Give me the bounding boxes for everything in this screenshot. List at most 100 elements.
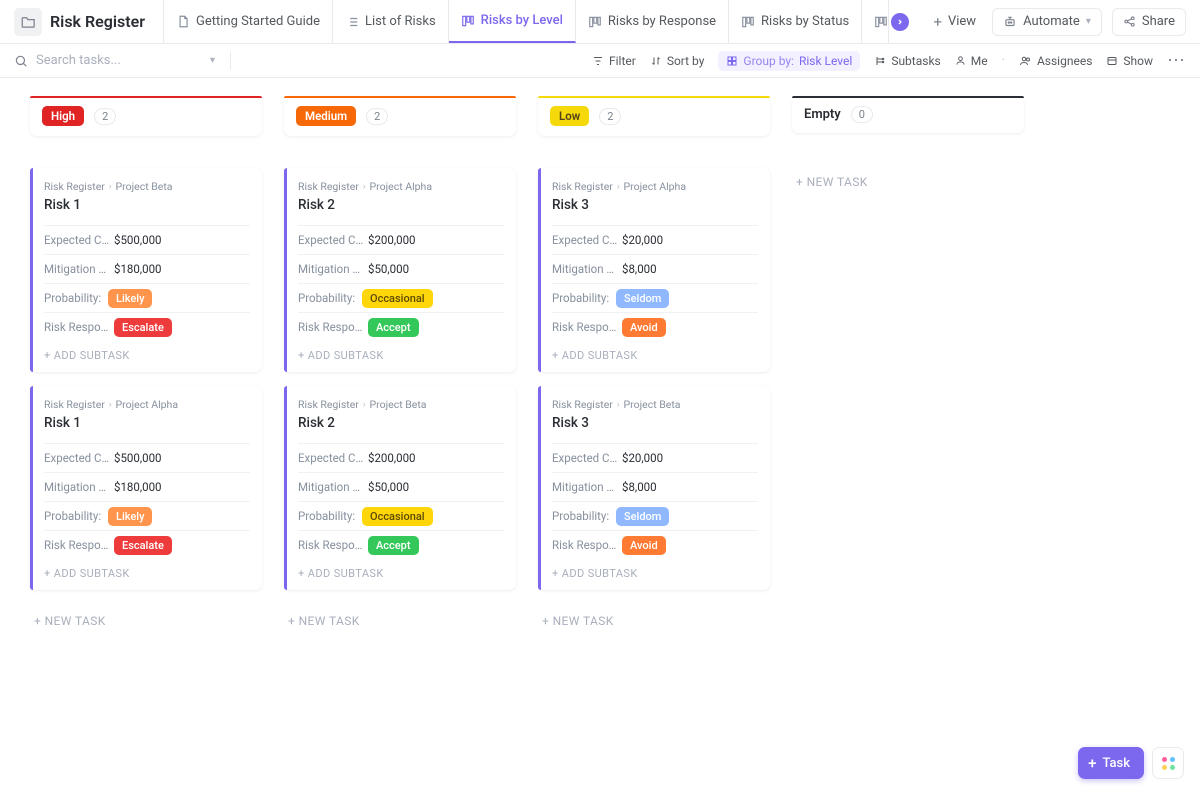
label: Me [971,54,988,68]
automate-button[interactable]: Automate ▾ [992,8,1102,36]
crumb-project: Project Alpha [624,180,686,193]
add-subtask-button[interactable]: + ADD SUBTASK [288,341,516,372]
tab-risks-by-response[interactable]: Risks by Response [576,0,729,43]
tab-costs-of[interactable]: Costs of [862,0,889,43]
separator-dot: · [1002,53,1005,68]
add-subtask-button[interactable]: + ADD SUBTASK [542,559,770,590]
add-subtask-button[interactable]: + ADD SUBTASK [34,341,262,372]
label: Subtasks [891,54,940,68]
breadcrumb: Risk Register›Project Alpha [552,180,758,193]
breadcrumb: Risk Register›Project Beta [44,180,250,193]
new-task-button[interactable]: + NEW TASK [538,604,770,638]
expected-cost: $200,000 [368,233,416,247]
card-title: Risk 2 [298,197,504,213]
apps-icon [1162,757,1175,770]
tab-getting-started[interactable]: Getting Started Guide [163,0,333,43]
expected-cost: $20,000 [622,451,663,465]
more-options[interactable]: ⋯ [1167,50,1186,71]
field-label: Expected C… [552,233,622,247]
field-label: Risk Respo… [44,538,114,552]
folder-icon[interactable] [14,8,42,36]
response-tag: Avoid [622,318,666,337]
label: Assignees [1037,54,1092,68]
response-tag: Avoid [622,536,666,555]
show-button[interactable]: Show [1106,54,1153,68]
task-card[interactable]: Risk Register›Project AlphaRisk 2Expecte… [284,168,516,372]
field-label: Probability: [44,509,108,523]
crumb-project: Project Alpha [116,398,178,411]
search-input[interactable] [36,53,202,68]
label: Show [1123,54,1153,68]
sort-button[interactable]: Sort by [650,54,705,68]
tab-label: Risks by Level [481,13,563,28]
add-subtask-button[interactable]: + ADD SUBTASK [288,559,516,590]
field-label: Probability: [552,509,616,523]
field-label: Expected C… [298,451,368,465]
probability-tag: Seldom [616,289,669,308]
add-view-button[interactable]: + View [923,13,986,31]
field-label: Risk Respo… [552,320,622,334]
chevron-down-icon[interactable]: ▾ [210,55,215,66]
share-button[interactable]: Share [1112,8,1186,36]
filter-button[interactable]: Filter [592,54,636,68]
group-prefix: Group by: [743,54,794,68]
column-header[interactable]: Medium2 [284,96,516,136]
column-empty: Empty0 + NEW TASK [792,96,1024,199]
share-label: Share [1142,14,1175,29]
crumb-root: Risk Register [44,180,105,193]
fab-wrap: + Task [1078,747,1184,779]
add-subtask-button[interactable]: + ADD SUBTASK [34,559,262,590]
apps-fab[interactable] [1152,747,1184,779]
plus-icon: + [1088,754,1096,772]
field-label: Mitigation … [44,262,114,276]
fab-label: Task [1102,756,1130,771]
tab-risks-by-level[interactable]: Risks by Level [449,0,576,43]
new-task-button[interactable]: + NEW TASK [284,604,516,638]
probability-tag: Occasional [362,289,433,308]
subtasks-button[interactable]: Subtasks [874,54,940,68]
mitigation-cost: $8,000 [622,480,657,494]
field-label: Mitigation … [552,262,622,276]
list-icon [345,15,359,29]
tab-list-of-risks[interactable]: List of Risks [333,0,449,43]
probability-tag: Likely [108,507,152,526]
new-task-fab[interactable]: + Task [1078,747,1144,779]
assignees-button[interactable]: Assignees [1019,54,1092,68]
doc-icon [176,14,190,29]
crumb-root: Risk Register [298,180,359,193]
field-label: Expected C… [298,233,368,247]
level-label: Low [550,106,589,126]
chevron-right-icon: › [617,400,620,410]
task-card[interactable]: Risk Register›Project BetaRisk 3Expected… [538,386,770,590]
board-icon [741,15,755,29]
new-task-button[interactable]: + NEW TASK [30,604,262,638]
field-label: Mitigation … [298,480,368,494]
mitigation-cost: $8,000 [622,262,657,276]
breadcrumb: Risk Register›Project Beta [552,398,758,411]
add-subtask-button[interactable]: + ADD SUBTASK [542,341,770,372]
mitigation-cost: $50,000 [368,262,409,276]
board: High2Risk Register›Project BetaRisk 1Exp… [0,78,1200,795]
column-header[interactable]: High2 [30,96,262,136]
response-tag: Accept [368,318,419,337]
tabs-scroll-right[interactable] [891,13,909,31]
probability-tag: Likely [108,289,152,308]
task-card[interactable]: Risk Register›Project BetaRisk 2Expected… [284,386,516,590]
task-card[interactable]: Risk Register›Project BetaRisk 1Expected… [30,168,262,372]
count-badge: 2 [366,108,388,125]
group-by-button[interactable]: Group by: Risk Level [718,51,860,71]
card-title: Risk 2 [298,415,504,431]
card-title: Risk 3 [552,197,758,213]
me-button[interactable]: Me [955,54,988,68]
new-task-button[interactable]: + NEW TASK [792,165,1024,199]
tab-label: List of Risks [365,14,436,29]
crumb-project: Project Alpha [370,180,432,193]
task-card[interactable]: Risk Register›Project AlphaRisk 1Expecte… [30,386,262,590]
column-header[interactable]: Empty0 [792,96,1024,133]
task-card[interactable]: Risk Register›Project Alpha Risk 3 Expecte… [538,168,770,372]
column-header[interactable]: Low2 [538,96,770,136]
crumb-project: Project Beta [370,398,427,411]
separator [230,52,231,70]
tab-risks-by-status[interactable]: Risks by Status [729,0,862,43]
card-title: Risk 1 [44,415,250,431]
